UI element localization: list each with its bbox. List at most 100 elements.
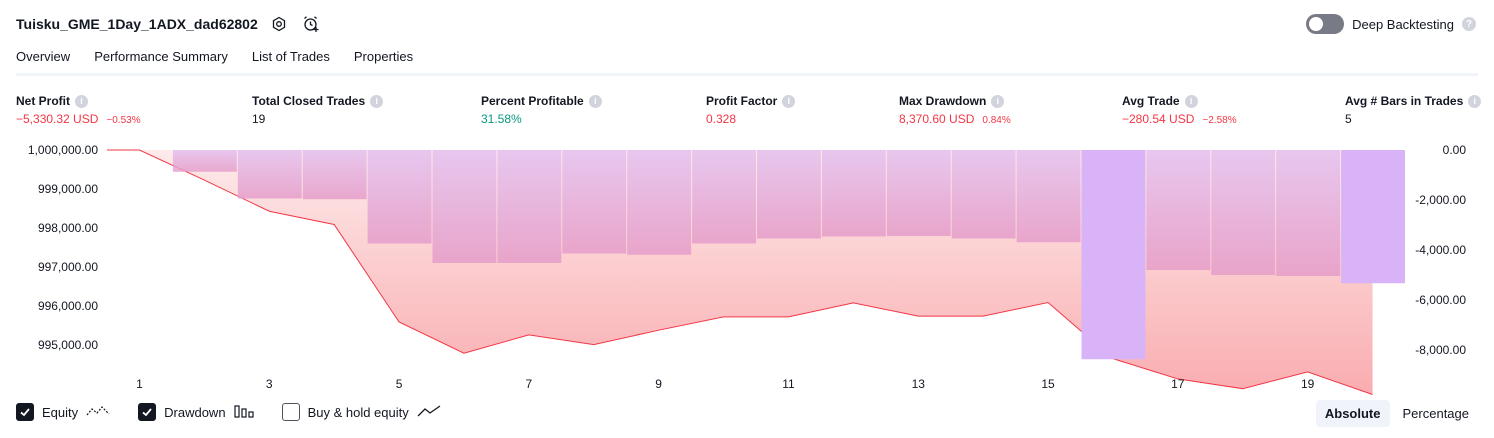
x-axis-tick-label: 1 xyxy=(136,377,143,391)
legend-label: Equity xyxy=(42,404,79,420)
drawdown-checkbox[interactable] xyxy=(138,403,157,421)
metric-net-profit: Net Profit i −5,330.32 USD −0.53% xyxy=(16,93,141,126)
metric-profit-factor: Profit Factor i 0.328 xyxy=(706,93,796,126)
absolute-button[interactable]: Absolute xyxy=(1315,400,1390,427)
drawdown-bar xyxy=(627,150,692,255)
right-axis-tick-label: 0.00 xyxy=(1443,143,1467,157)
strategy-header: Tuisku_GME_1Day_1ADX_dad62802 xyxy=(16,12,322,36)
metric-percent-profitable: Percent Profitable i 31.58% xyxy=(481,93,602,126)
info-icon[interactable]: i xyxy=(1184,94,1198,108)
metric-percent: −2.58% xyxy=(1202,115,1237,126)
x-axis-tick-label: 13 xyxy=(912,377,926,391)
metric-label: Profit Factor xyxy=(706,94,778,108)
chart-legend: Equity Drawdown Buy & hold equity xyxy=(16,403,441,421)
metric-total-closed-trades: Total Closed Trades i 19 xyxy=(252,93,384,126)
metric-value: 5 xyxy=(1345,112,1352,126)
metrics-row: Net Profit i −5,330.32 USD −0.53% Total Cl… xyxy=(0,93,1494,133)
info-icon[interactable]: i xyxy=(991,94,1005,108)
x-axis-tick-label: 19 xyxy=(1301,377,1315,391)
buy-hold-line-icon xyxy=(417,404,441,421)
legend-drawdown[interactable]: Drawdown xyxy=(138,403,254,421)
x-axis-tick-label: 11 xyxy=(782,377,795,391)
legend-label: Buy & hold equity xyxy=(307,404,409,420)
metric-label: Avg # Bars in Trades xyxy=(1345,94,1464,108)
drawdown-bar xyxy=(1146,150,1211,270)
equity-checkbox[interactable] xyxy=(16,403,34,421)
add-alert-icon[interactable] xyxy=(300,13,322,35)
deep-backtesting-toggle[interactable] xyxy=(1306,14,1345,34)
deep-backtesting-label: Deep Backtesting xyxy=(1352,16,1454,32)
left-axis-tick-label: 996,000.00 xyxy=(38,299,98,313)
metric-value: 19 xyxy=(252,112,266,126)
left-axis-tick-label: 998,000.00 xyxy=(38,221,98,235)
drawdown-bar xyxy=(302,150,367,200)
drawdown-bar xyxy=(367,150,432,244)
metric-avg-bars: Avg # Bars in Trades i 5 xyxy=(1345,93,1482,126)
toggle-knob xyxy=(1309,17,1324,31)
value-mode-switch: Absolute Percentage xyxy=(1315,400,1479,427)
metric-value: 31.58% xyxy=(481,112,522,126)
x-axis-tick-label: 15 xyxy=(1041,377,1055,391)
metric-percent: 0.84% xyxy=(982,115,1011,126)
equity-drawdown-chart[interactable]: 1,000,000.00 999,000.00 998,000.00 997,000.… xyxy=(0,138,1494,398)
drawdown-bar xyxy=(951,150,1016,239)
tab-list-of-trades[interactable]: List of Trades xyxy=(252,46,330,74)
right-axis-tick-label: -8,000.00 xyxy=(1415,343,1466,357)
drawdown-bar xyxy=(821,150,886,237)
buy-hold-checkbox[interactable] xyxy=(281,403,300,421)
metric-percent: −0.53% xyxy=(106,115,141,126)
right-axis-tick-label: -4,000.00 xyxy=(1415,243,1466,257)
legend-equity[interactable]: Equity xyxy=(16,403,110,421)
info-icon[interactable]: i xyxy=(588,94,602,108)
left-axis-tick-label: 1,000,000.00 xyxy=(28,143,98,157)
x-axis-tick-label: 5 xyxy=(396,377,403,391)
drawdown-bar xyxy=(1341,150,1405,284)
drawdown-bar xyxy=(1016,150,1081,243)
tabs-divider xyxy=(16,73,1478,76)
report-tabs: Overview Performance Summary List of Tra… xyxy=(16,46,413,76)
strategy-title: Tuisku_GME_1Day_1ADX_dad62802 xyxy=(16,16,258,32)
tab-properties[interactable]: Properties xyxy=(354,46,413,74)
tab-performance-summary[interactable]: Performance Summary xyxy=(94,46,228,74)
metric-label: Net Profit xyxy=(16,94,70,108)
right-axis-tick-label: -2,000.00 xyxy=(1415,193,1466,207)
right-axis-tick-label: -6,000.00 xyxy=(1415,293,1466,307)
x-axis-tick-label: 3 xyxy=(266,377,273,391)
drawdown-bars-icon xyxy=(233,404,254,421)
left-axis-tick-label: 997,000.00 xyxy=(38,260,98,274)
info-icon[interactable]: i xyxy=(782,94,796,108)
legend-label: Drawdown xyxy=(164,404,226,420)
legend-buy-hold[interactable]: Buy & hold equity xyxy=(281,403,441,421)
x-axis-tick-label: 7 xyxy=(526,377,533,391)
info-icon[interactable]: i xyxy=(75,94,88,108)
metric-value: 8,370.60 USD xyxy=(899,112,975,126)
drawdown-bar xyxy=(1081,150,1146,360)
drawdown-bar xyxy=(562,150,627,254)
drawdown-bar xyxy=(432,150,497,263)
drawdown-bar xyxy=(1276,150,1341,276)
x-axis-tick-label: 9 xyxy=(655,377,662,391)
tab-overview[interactable]: Overview xyxy=(16,46,71,76)
help-icon[interactable]: ? xyxy=(1462,17,1476,31)
metric-avg-trade: Avg Trade i −280.54 USD −2.58% xyxy=(1122,93,1237,126)
settings-icon[interactable] xyxy=(268,13,290,35)
drawdown-bar xyxy=(1211,150,1276,275)
drawdown-bar xyxy=(886,150,951,236)
drawdown-bar xyxy=(692,150,756,244)
info-icon[interactable]: i xyxy=(1468,94,1482,108)
metric-label: Total Closed Trades xyxy=(252,94,366,108)
info-icon[interactable]: i xyxy=(370,94,384,108)
metric-label: Avg Trade xyxy=(1122,94,1180,108)
metric-value: −280.54 USD xyxy=(1122,112,1195,126)
x-axis: 1 3 5 7 9 11 13 15 17 19 xyxy=(136,377,1315,391)
metric-label: Max Drawdown xyxy=(899,94,987,108)
drawdown-bar xyxy=(172,150,237,172)
percentage-button[interactable]: Percentage xyxy=(1394,400,1479,427)
metric-value: −5,330.32 USD xyxy=(16,112,99,126)
drawdown-bar xyxy=(237,150,302,199)
left-axis-tick-label: 995,000.00 xyxy=(38,338,98,352)
drawdown-bar xyxy=(757,150,821,239)
left-axis: 1,000,000.00 999,000.00 998,000.00 997,000.… xyxy=(28,143,98,352)
right-axis: 0.00 -2,000.00 -4,000.00 -6,000.00 -8,000.00 xyxy=(1415,143,1466,357)
metric-value: 0.328 xyxy=(706,112,737,126)
